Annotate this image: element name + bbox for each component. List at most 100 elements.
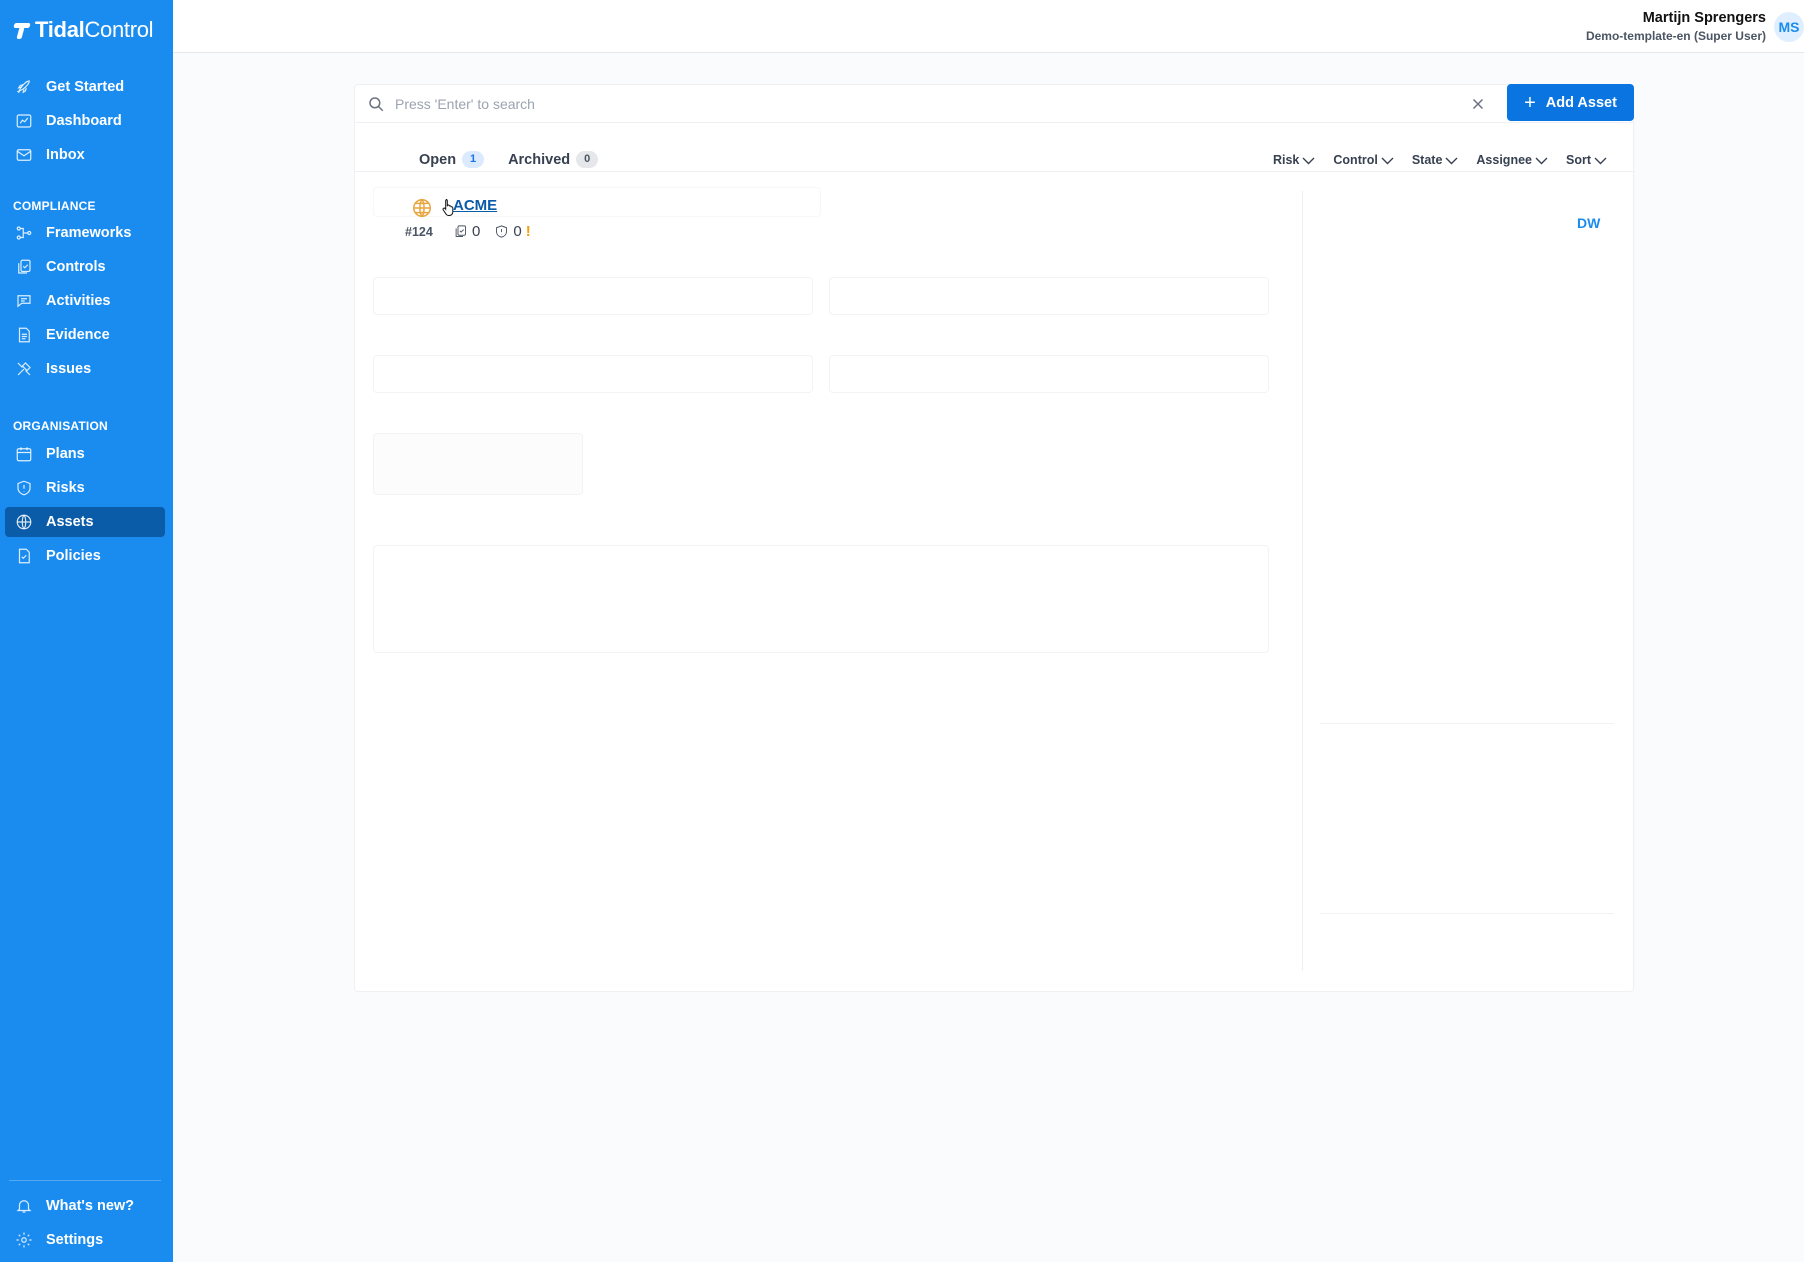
risks-count-value: 0: [513, 223, 522, 240]
chevron-down-icon: [1381, 157, 1394, 164]
pointer-cursor-icon: [442, 199, 454, 216]
sidebar: TidalControl Get Started Dashboard Inbox…: [0, 0, 173, 1262]
controls-icon: [14, 257, 34, 277]
sidebar-item-get-started[interactable]: Get Started: [5, 72, 165, 102]
filter-label: Sort: [1566, 153, 1591, 167]
bell-icon: [14, 1196, 34, 1216]
controls-count-value: 0: [472, 223, 481, 240]
asset-id: #124: [405, 225, 433, 239]
tab-count-badge: 1: [462, 151, 485, 168]
list-divider: [355, 171, 1635, 172]
add-asset-button[interactable]: + Add Asset: [1507, 84, 1634, 121]
shield-icon: [496, 225, 508, 238]
tidalcontrol-logo[interactable]: TidalControl: [13, 16, 154, 44]
sidebar-item-label: Issues: [46, 361, 92, 377]
logo-mark-icon: [13, 21, 31, 39]
globe-icon: [413, 199, 431, 217]
section-label-compliance: COMPLIANCE: [13, 199, 96, 213]
filter-sort[interactable]: Sort: [1566, 153, 1607, 167]
filter-label: Risk: [1272, 153, 1300, 167]
sidebar-item-issues[interactable]: Issues: [5, 354, 165, 384]
rocket-icon: [14, 77, 34, 97]
plus-icon: +: [1524, 91, 1536, 114]
placeholder-skeleton: [829, 277, 1269, 315]
sidebar-item-label: Risks: [46, 480, 85, 496]
calendar-icon: [14, 444, 34, 464]
sidebar-item-evidence[interactable]: Evidence: [5, 320, 165, 350]
placeholder-skeleton: [1320, 723, 1614, 724]
sidebar-item-label: Assets: [46, 514, 94, 530]
filter-risk[interactable]: Risk: [1273, 153, 1315, 167]
sidebar-item-label: Inbox: [46, 147, 85, 163]
filter-state[interactable]: State: [1412, 153, 1459, 167]
controls-count: 0: [453, 223, 480, 240]
sidebar-item-risks[interactable]: Risks: [5, 473, 165, 503]
logo-text-bold: Tidal: [35, 17, 85, 42]
issues-icon: [14, 359, 34, 379]
filter-label: Control: [1333, 153, 1378, 167]
dashboard-icon: [14, 111, 34, 131]
chevron-down-icon: [1302, 157, 1315, 164]
section-label-organisation: ORGANISATION: [13, 419, 108, 433]
tab-archived[interactable]: Archived 0: [508, 151, 599, 168]
activities-icon: [14, 291, 34, 311]
mail-icon: [14, 145, 34, 165]
sidebar-item-activities[interactable]: Activities: [5, 286, 165, 316]
top-header: Martijn Sprengers Demo-template-en (Supe…: [173, 0, 1804, 53]
asset-name-link[interactable]: ACME: [453, 197, 497, 214]
evidence-icon: [14, 325, 34, 345]
sidebar-item-label: Policies: [46, 548, 101, 564]
policy-icon: [14, 546, 34, 566]
search-bar: [355, 85, 1635, 123]
assets-panel: + Add Asset Open 1 Archived 0 Risk Contr…: [354, 84, 1635, 992]
sidebar-item-frameworks[interactable]: Frameworks: [5, 218, 165, 248]
globe-icon: [14, 512, 34, 532]
asset-counts: 0 0 !: [453, 223, 531, 240]
sidebar-item-label: Evidence: [46, 327, 110, 343]
tab-count-badge: 0: [576, 151, 599, 168]
sidebar-item-dashboard[interactable]: Dashboard: [5, 106, 165, 136]
chevron-down-icon: [1594, 157, 1607, 164]
search-input[interactable]: [395, 92, 1395, 116]
controls-icon: [455, 225, 466, 237]
filter-assignee[interactable]: Assignee: [1476, 153, 1548, 167]
chevron-down-icon: [1445, 157, 1458, 164]
user-menu[interactable]: Martijn Sprengers Demo-template-en (Supe…: [1586, 9, 1766, 45]
filter-label: Assignee: [1476, 153, 1532, 167]
sidebar-item-label: Controls: [46, 259, 106, 275]
sidebar-item-label: Plans: [46, 446, 85, 462]
placeholder-skeleton: [373, 277, 813, 315]
sidebar-item-policies[interactable]: Policies: [5, 541, 165, 571]
frameworks-icon: [14, 223, 34, 243]
sidebar-item-controls[interactable]: Controls: [5, 252, 165, 282]
sidebar-item-label: What's new?: [46, 1198, 135, 1214]
sidebar-item-whats-new[interactable]: What's new?: [5, 1191, 165, 1221]
sidebar-divider: [9, 1180, 161, 1181]
user-name: Martijn Sprengers: [1642, 10, 1766, 26]
avatar[interactable]: MS: [1774, 12, 1804, 42]
sidebar-item-label: Dashboard: [46, 113, 122, 129]
logo-text-light: Control: [84, 17, 154, 42]
filter-label: State: [1411, 153, 1443, 167]
sidebar-item-plans[interactable]: Plans: [5, 439, 165, 469]
filter-control[interactable]: Control: [1333, 153, 1394, 167]
user-organisation: Demo-template-en (Super User): [1585, 29, 1766, 43]
placeholder-skeleton: [1320, 913, 1614, 914]
sidebar-item-label: Frameworks: [46, 225, 132, 241]
sidebar-item-inbox[interactable]: Inbox: [5, 140, 165, 170]
sidebar-item-settings[interactable]: Settings: [5, 1225, 165, 1255]
tab-open[interactable]: Open 1: [419, 151, 485, 168]
detail-divider: [1302, 191, 1303, 971]
sidebar-item-assets[interactable]: Assets: [5, 507, 165, 537]
gear-icon: [14, 1230, 34, 1250]
filter-bar: Risk Control State Assignee Sort: [1273, 153, 1607, 167]
placeholder-skeleton: [373, 355, 813, 393]
tab-label: Archived: [508, 151, 571, 168]
chevron-down-icon: [1535, 157, 1548, 164]
assignee-initials[interactable]: DW: [1577, 215, 1600, 231]
close-icon[interactable]: [1469, 95, 1487, 113]
search-icon: [369, 97, 384, 112]
warning-indicator: !: [525, 223, 531, 240]
tab-label: Open: [419, 151, 457, 168]
sidebar-item-label: Activities: [46, 293, 111, 309]
